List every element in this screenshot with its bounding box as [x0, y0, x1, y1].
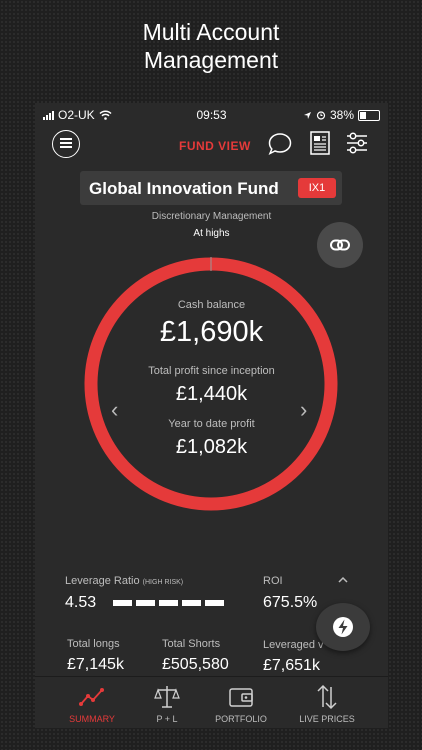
total-longs-label: Total longs — [67, 638, 120, 650]
battery-icon — [358, 109, 380, 121]
total-shorts-label: Total Shorts — [162, 638, 221, 650]
promo-caption: Multi Account Management — [0, 18, 422, 74]
tab-portfolio-label: PORTFOLIO — [215, 714, 267, 724]
management-type: Discretionary Management — [151, 211, 272, 222]
up-down-arrows-icon — [317, 684, 337, 710]
top-nav: FUND VIEW — [35, 127, 388, 167]
wallet-icon — [229, 688, 253, 707]
leverage-bar-segment — [136, 600, 155, 606]
leverage-bar-segment — [205, 600, 224, 606]
page-title: FUND VIEW — [179, 139, 251, 153]
leverage-value: 4.53 — [65, 594, 97, 611]
tab-live-prices-label: LIVE PRICES — [299, 714, 355, 724]
scales-icon — [154, 686, 180, 708]
ytd-profit-value: £1,082k — [175, 436, 248, 458]
cash-balance-label: Cash balance — [177, 299, 246, 311]
leveraged-value: £7,651k — [263, 657, 320, 674]
total-profit-label: Total profit since inception — [148, 365, 275, 377]
leveraged-label: Leveraged v — [263, 639, 324, 651]
alarm-icon — [316, 111, 326, 120]
cash-balance-value: £1,690k — [159, 316, 264, 348]
fund-selector[interactable]: Global Innovation Fund IX1 — [80, 171, 342, 205]
line-chart-icon — [79, 688, 104, 706]
quick-action-button[interactable] — [316, 603, 370, 651]
bottom-tab-bar: SUMMARY P + L PORTFOLIO LIVE PRICES — [35, 676, 388, 728]
total-shorts-value: £505,580 — [162, 656, 229, 673]
leverage-bar-segment — [182, 600, 201, 606]
total-profit-value: £1,440k — [175, 383, 248, 405]
fund-name: Global Innovation Fund — [89, 179, 279, 198]
total-longs-value: £7,145k — [67, 656, 124, 673]
fund-code-badge: IX1 — [298, 178, 336, 198]
filter-icon[interactable] — [346, 131, 368, 155]
roi-label: ROI — [263, 575, 283, 587]
lightning-icon — [333, 617, 353, 637]
location-icon — [303, 111, 311, 119]
battery-percent: 38% — [329, 108, 354, 122]
chat-icon[interactable] — [267, 131, 293, 157]
promo-line-2: Management — [143, 47, 279, 73]
document-icon[interactable] — [310, 131, 330, 155]
leverage-risk: (HIGH RISK) — [142, 579, 184, 586]
leverage-bar-segment — [113, 600, 132, 606]
ytd-profit-label: Year to date profit — [168, 418, 255, 430]
leverage-bar-segment — [159, 600, 178, 606]
promo-line-1: Multi Account — [142, 19, 280, 45]
status-bar: O2-UK 09:53 38% — [35, 103, 388, 127]
leverage-label-text: Leverage Ratio — [65, 575, 140, 587]
phone-screen: O2-UK 09:53 38% FUND VIEW Global Innovat… — [35, 103, 388, 728]
leverage-label: Leverage Ratio (HIGH RISK) — [65, 575, 183, 587]
chevron-up-icon[interactable] — [337, 575, 349, 585]
menu-button[interactable] — [52, 130, 80, 158]
chevron-left-icon[interactable]: ‹ — [111, 397, 118, 423]
chevron-right-icon[interactable]: › — [300, 397, 307, 423]
roi-value: 675.5% — [263, 594, 318, 611]
